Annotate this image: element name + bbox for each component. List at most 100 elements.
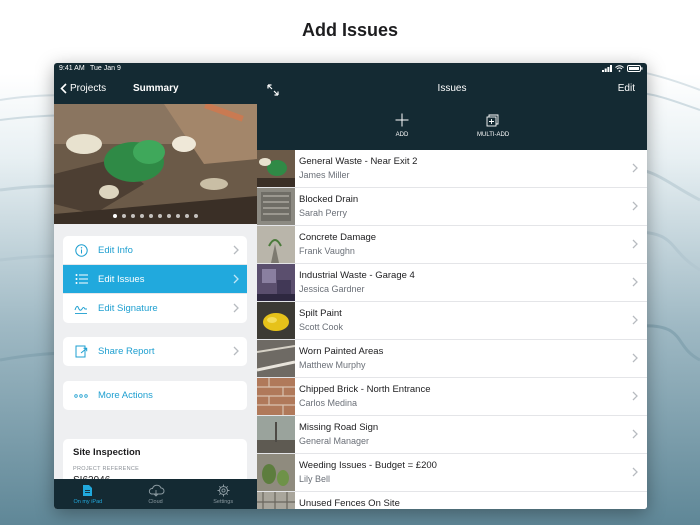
issue-title: Industrial Waste - Garage 4 bbox=[299, 270, 415, 281]
menu-item-share-report[interactable]: Share Report bbox=[63, 337, 247, 366]
wifi-icon bbox=[615, 65, 624, 72]
plus-icon bbox=[395, 113, 409, 127]
signal-icon bbox=[602, 65, 612, 72]
carousel-dot[interactable] bbox=[176, 214, 180, 218]
tab-bar: On my iPad Cloud Settings bbox=[54, 479, 257, 509]
signature-icon bbox=[74, 302, 88, 316]
status-date: Tue Jan 9 bbox=[90, 65, 121, 72]
menu-label: Edit Signature bbox=[98, 303, 158, 314]
menu-label: Edit Info bbox=[98, 244, 133, 256]
issue-row[interactable]: Concrete Damage Frank Vaughn bbox=[257, 226, 647, 264]
waste-photo bbox=[54, 104, 257, 224]
carousel-dot[interactable] bbox=[140, 214, 144, 218]
issue-row[interactable]: Industrial Waste - Garage 4 Jessica Gard… bbox=[257, 264, 647, 302]
battery-icon bbox=[627, 65, 643, 72]
menu-item-edit-info[interactable]: Edit Info bbox=[63, 236, 247, 265]
chevron-right-icon bbox=[632, 353, 638, 363]
issue-row[interactable]: Spilt Paint Scott Cook bbox=[257, 302, 647, 340]
issue-thumbnail bbox=[257, 302, 295, 339]
chevron-right-icon bbox=[632, 391, 638, 401]
carousel-dot[interactable] bbox=[158, 214, 162, 218]
status-bar: 9:41 AM Tue Jan 9 bbox=[54, 63, 647, 75]
issue-row[interactable]: Weeding Issues - Budget = £200 Lily Bell bbox=[257, 454, 647, 492]
menu-item-edit-issues[interactable]: Edit Issues bbox=[63, 265, 247, 294]
ellipsis-icon bbox=[74, 389, 88, 403]
issue-thumbnail bbox=[257, 454, 295, 491]
chevron-right-icon bbox=[632, 429, 638, 439]
chevron-right-icon bbox=[233, 303, 239, 313]
back-to-projects-button[interactable]: Projects bbox=[60, 83, 106, 94]
issue-row[interactable]: Blocked Drain Sarah Perry bbox=[257, 188, 647, 226]
tab-settings[interactable]: Settings bbox=[189, 479, 257, 509]
issue-row[interactable]: General Waste - Near Exit 2 James Miller bbox=[257, 150, 647, 188]
issue-title: Concrete Damage bbox=[299, 232, 377, 243]
chevron-right-icon bbox=[632, 467, 638, 477]
issue-thumbnail bbox=[257, 416, 295, 453]
status-icons bbox=[602, 65, 643, 72]
issue-list: General Waste - Near Exit 2 James Miller… bbox=[257, 150, 647, 509]
more-card: More Actions bbox=[63, 381, 247, 410]
issue-row[interactable]: Unused Fences On Site bbox=[257, 492, 647, 509]
site-title: Site Inspection bbox=[73, 447, 141, 458]
carousel-dot[interactable] bbox=[131, 214, 135, 218]
issues-nav-bar: Issues Edit ADD MULTI-ADD bbox=[257, 75, 647, 150]
issue-assignee: Frank Vaughn bbox=[299, 246, 355, 256]
carousel-dot[interactable] bbox=[113, 214, 117, 218]
chevron-right-icon bbox=[233, 274, 239, 284]
chevron-right-icon bbox=[632, 163, 638, 173]
issue-row[interactable]: Missing Road Sign General Manager bbox=[257, 416, 647, 454]
tab-label: On my iPad bbox=[73, 498, 103, 505]
add-issue-button[interactable]: ADD bbox=[395, 113, 409, 138]
summary-nav-bar: Projects Summary bbox=[54, 75, 257, 104]
issue-assignee: Matthew Murphy bbox=[299, 360, 366, 370]
tab-cloud[interactable]: Cloud bbox=[122, 479, 190, 509]
menu-label: Share Report bbox=[98, 346, 155, 357]
edit-menu-card: Edit Info Edit Issues Edit Signature bbox=[63, 236, 247, 323]
multi-add-button[interactable]: MULTI-ADD bbox=[477, 113, 509, 138]
carousel-dot[interactable] bbox=[194, 214, 198, 218]
multi-add-icon bbox=[486, 114, 499, 127]
menu-label: Edit Issues bbox=[98, 273, 145, 285]
issue-title: Spilt Paint bbox=[299, 308, 342, 319]
document-icon bbox=[83, 484, 93, 496]
multi-add-label: MULTI-ADD bbox=[477, 132, 510, 138]
issue-assignee: Scott Cook bbox=[299, 322, 344, 332]
project-photo-carousel[interactable] bbox=[54, 104, 257, 224]
carousel-dots bbox=[54, 214, 257, 218]
chevron-right-icon bbox=[632, 277, 638, 287]
issue-title: General Waste - Near Exit 2 bbox=[299, 156, 418, 167]
share-icon bbox=[74, 345, 88, 359]
issue-thumbnail bbox=[257, 150, 295, 187]
issue-row[interactable]: Chipped Brick - North Entrance Carlos Me… bbox=[257, 378, 647, 416]
issue-thumbnail bbox=[257, 492, 295, 509]
status-time: 9:41 AM bbox=[59, 65, 85, 72]
menu-item-more-actions[interactable]: More Actions bbox=[63, 381, 247, 410]
share-card: Share Report bbox=[63, 337, 247, 366]
page-headline: Add Issues bbox=[301, 20, 399, 40]
issue-thumbnail bbox=[257, 188, 295, 225]
issues-title: Issues bbox=[437, 83, 467, 94]
carousel-dot[interactable] bbox=[122, 214, 126, 218]
tab-on-my-ipad[interactable]: On my iPad bbox=[54, 479, 122, 509]
carousel-dot[interactable] bbox=[185, 214, 189, 218]
tab-label: Settings bbox=[213, 498, 234, 505]
issue-thumbnail bbox=[257, 378, 295, 415]
carousel-dot[interactable] bbox=[149, 214, 153, 218]
info-icon bbox=[74, 243, 88, 257]
carousel-dot[interactable] bbox=[167, 214, 171, 218]
issue-thumbnail bbox=[257, 226, 295, 263]
issue-assignee: James Miller bbox=[299, 170, 350, 180]
edit-button[interactable]: Edit bbox=[618, 83, 635, 94]
issue-assignee: General Manager bbox=[299, 436, 370, 446]
menu-label: More Actions bbox=[98, 390, 153, 401]
issue-title: Blocked Drain bbox=[299, 194, 359, 205]
issues-pane: Issues Edit ADD MULTI-ADD General Waste … bbox=[257, 75, 647, 509]
chevron-right-icon bbox=[233, 346, 239, 356]
issue-title: Weeding Issues - Budget = £200 bbox=[299, 460, 437, 471]
gear-icon bbox=[217, 484, 230, 496]
chevron-right-icon bbox=[233, 245, 239, 255]
summary-title: Summary bbox=[133, 83, 179, 94]
issue-row[interactable]: Worn Painted Areas Matthew Murphy bbox=[257, 340, 647, 378]
issue-thumbnail bbox=[257, 340, 295, 377]
menu-item-edit-signature[interactable]: Edit Signature bbox=[63, 294, 247, 323]
